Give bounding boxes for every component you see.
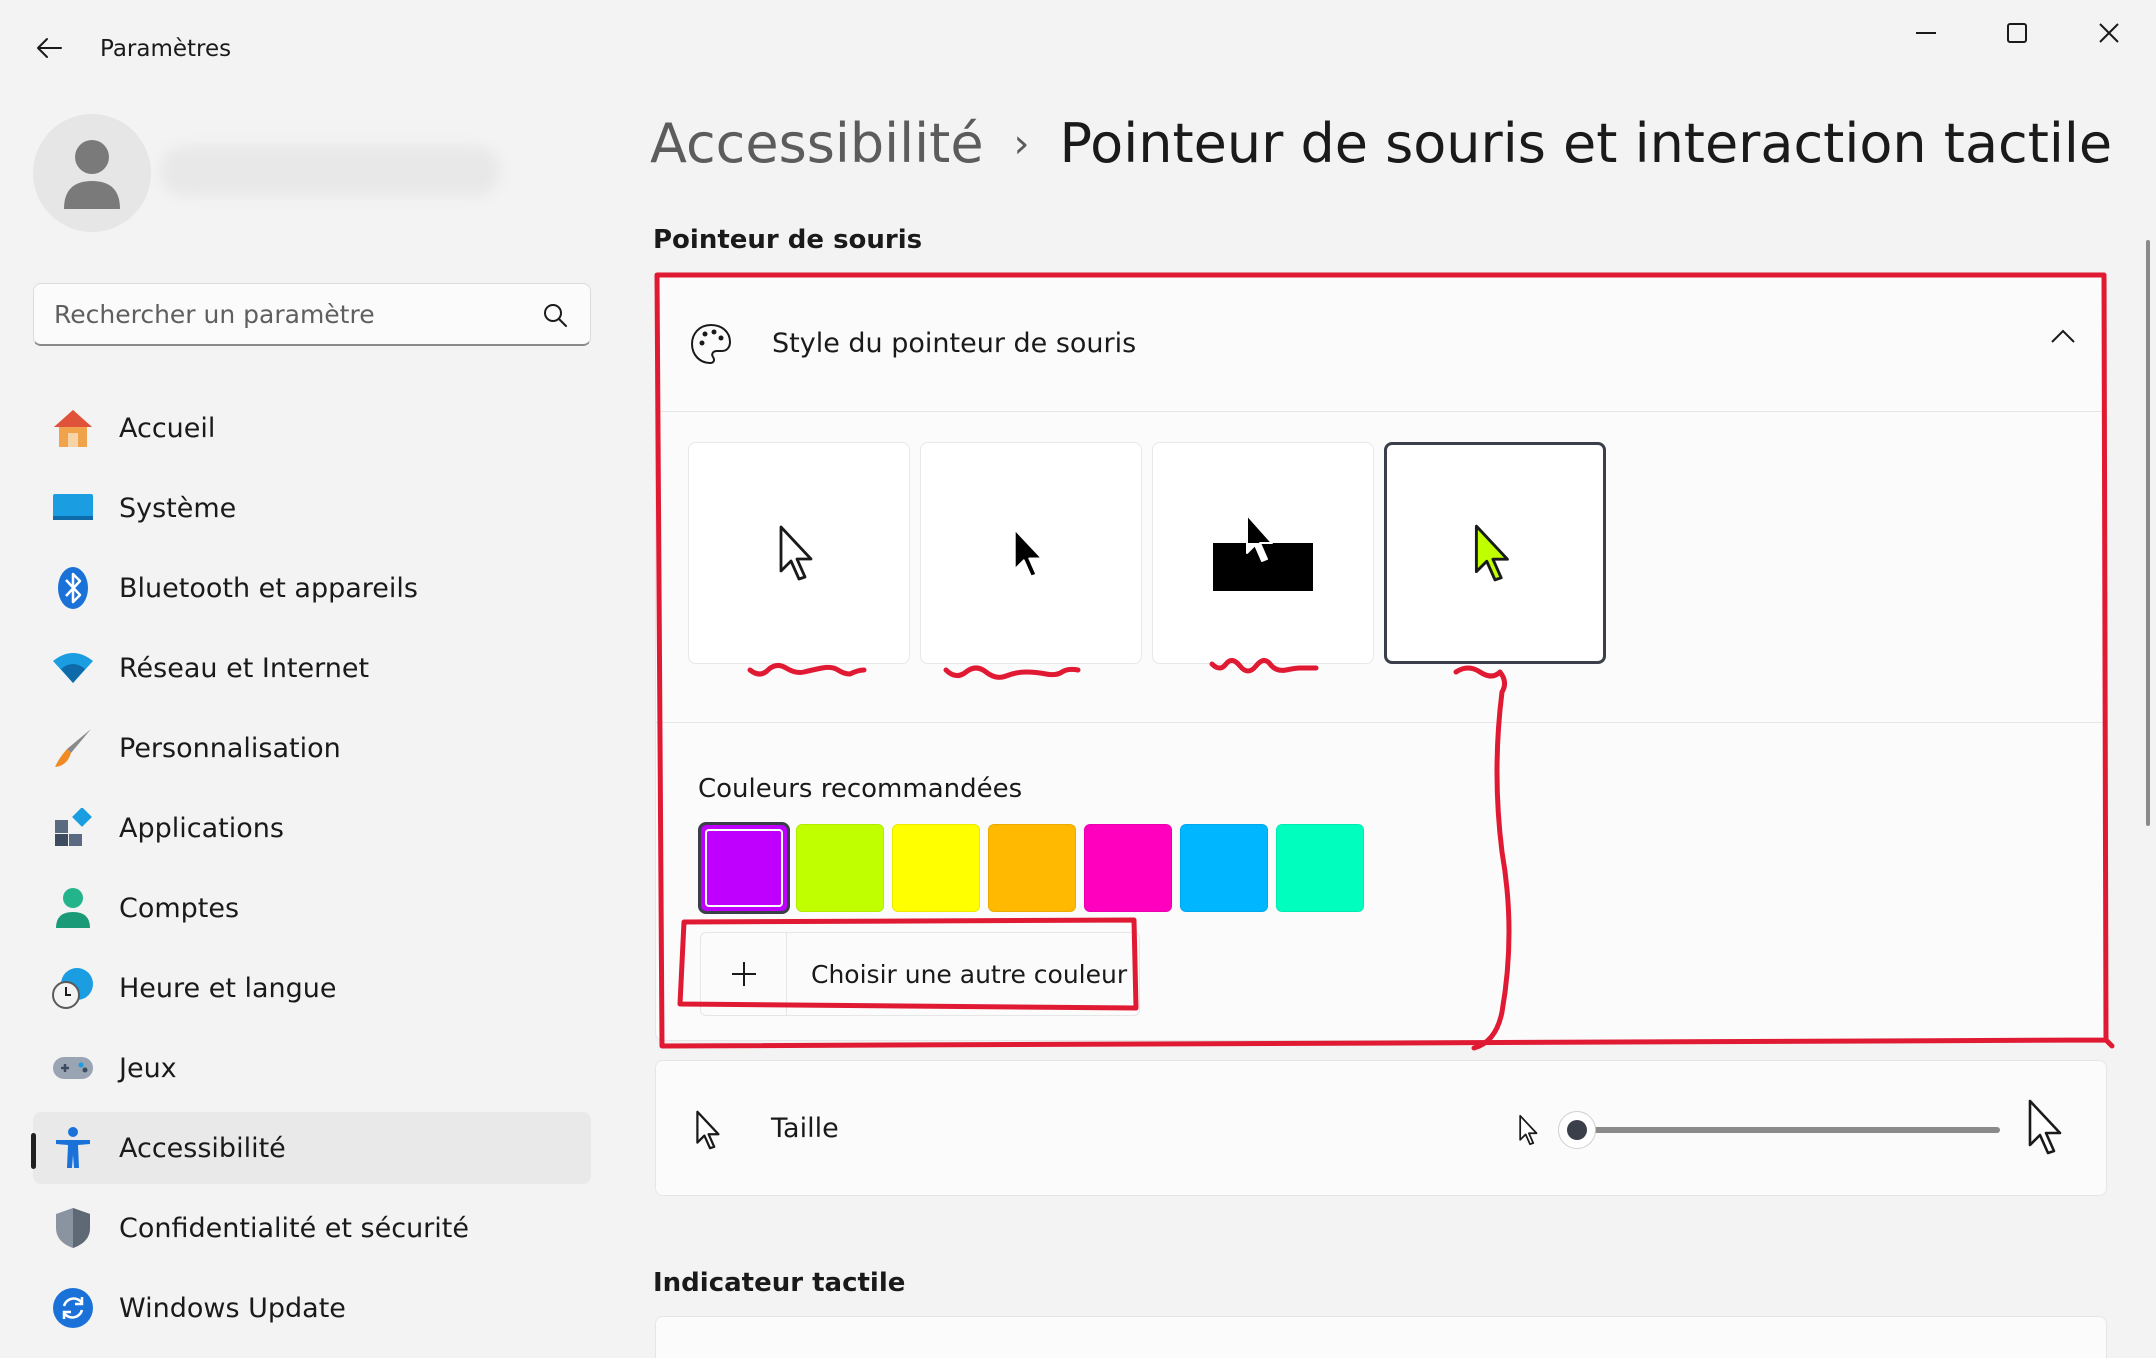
pointer-size-card: Taille <box>655 1060 2107 1196</box>
avatar[interactable] <box>33 114 151 232</box>
breadcrumb-parent[interactable]: Accessibilité <box>650 112 984 175</box>
black-cursor-icon <box>1013 528 1043 578</box>
chevron-up-icon[interactable] <box>2050 328 2076 344</box>
person-icon <box>64 140 120 209</box>
pointer-style-black[interactable] <box>920 442 1142 664</box>
sidebar-item-label: Applications <box>119 812 284 844</box>
sidebar-item-label: Jeux <box>119 1052 177 1084</box>
scrollbar[interactable] <box>2146 240 2150 826</box>
sidebar-item-label: Accueil <box>119 412 216 444</box>
sidebar-item-confidentialite[interactable]: Confidentialité et sécurité <box>33 1192 591 1264</box>
cursor-icon <box>696 1110 720 1150</box>
home-icon <box>50 405 96 451</box>
sidebar-item-windows-update[interactable]: Windows Update <box>33 1272 591 1344</box>
color-swatch-lime[interactable] <box>796 824 884 912</box>
apps-icon <box>50 805 96 851</box>
plus-icon <box>701 932 787 1016</box>
sidebar-item-label: Accessibilité <box>119 1132 286 1164</box>
sidebar-item-jeux[interactable]: Jeux <box>33 1032 591 1104</box>
sidebar-item-label: Windows Update <box>119 1292 346 1324</box>
close-icon <box>2099 23 2119 43</box>
active-indicator <box>31 1133 36 1169</box>
maximize-button[interactable] <box>1972 10 2062 56</box>
custom-color-cursor-icon <box>1474 524 1509 582</box>
palette-icon <box>690 323 732 364</box>
app-title: Paramètres <box>100 36 232 62</box>
pointer-style-white[interactable] <box>688 442 910 664</box>
sidebar-item-accueil[interactable]: Accueil <box>33 392 591 464</box>
sidebar-item-applications[interactable]: Applications <box>33 792 591 864</box>
profile-name-redacted <box>160 146 500 196</box>
wifi-icon <box>50 645 96 691</box>
shield-icon <box>50 1205 96 1251</box>
page-title: Pointeur de souris et interaction tactil… <box>1059 112 2113 175</box>
section-title-mouse-pointer: Pointeur de souris <box>653 225 923 255</box>
white-cursor-icon <box>779 525 813 581</box>
recommended-colors-label: Couleurs recommandées <box>698 774 1023 804</box>
sidebar-item-label: Comptes <box>119 892 240 924</box>
pointer-style-inverted[interactable] <box>1152 442 1374 664</box>
color-swatch-yellow[interactable] <box>892 824 980 912</box>
bluetooth-icon <box>50 565 96 611</box>
clock-globe-icon <box>50 965 96 1011</box>
sidebar-item-personnalisation[interactable]: Personnalisation <box>33 712 591 784</box>
sidebar-item-label: Personnalisation <box>119 732 341 764</box>
accessibility-icon <box>50 1125 96 1171</box>
sidebar-item-comptes[interactable]: Comptes <box>33 872 591 944</box>
sidebar-item-label: Bluetooth et appareils <box>119 572 418 604</box>
section-title-touch-indicator: Indicateur tactile <box>653 1268 906 1298</box>
close-button[interactable] <box>2064 10 2154 56</box>
sidebar-item-label: Confidentialité et sécurité <box>119 1212 469 1244</box>
system-icon <box>50 485 96 531</box>
mouse-pointer-style-header[interactable]: Style du pointeur de souris <box>656 276 2106 412</box>
color-swatch-teal[interactable] <box>1276 824 1364 912</box>
pointer-size-slider-thumb[interactable] <box>1558 1111 1596 1149</box>
pointer-style-custom[interactable] <box>1384 442 1606 664</box>
update-icon <box>50 1285 96 1331</box>
color-swatch-blue[interactable] <box>1180 824 1268 912</box>
touch-indicator-card[interactable] <box>655 1316 2107 1358</box>
search-box[interactable] <box>33 283 591 346</box>
back-arrow-icon <box>37 38 62 58</box>
large-cursor-icon <box>2028 1099 2062 1155</box>
pointer-size-label: Taille <box>771 1113 839 1144</box>
small-cursor-icon <box>1519 1114 1538 1146</box>
minimize-button[interactable] <box>1882 10 1972 56</box>
back-button[interactable] <box>24 28 74 68</box>
mouse-pointer-style-title: Style du pointeur de souris <box>772 328 1137 359</box>
sidebar-item-label: Système <box>119 492 237 524</box>
account-icon <box>50 885 96 931</box>
sidebar-item-heure-langue[interactable]: Heure et langue <box>33 952 591 1024</box>
pointer-size-slider-track[interactable] <box>1564 1127 2000 1133</box>
color-swatch-pink[interactable] <box>1084 824 1172 912</box>
color-swatch-orange[interactable] <box>988 824 1076 912</box>
breadcrumb-separator: › <box>1013 120 1030 167</box>
choose-custom-color-label: Choisir une autre couleur <box>811 959 1128 989</box>
color-swatch-purple[interactable] <box>698 822 790 914</box>
mouse-pointer-style-card: Style du pointeur de souris Couleurs rec… <box>655 275 2107 1041</box>
brush-icon <box>50 725 96 771</box>
inverted-cursor-icon <box>1213 514 1313 591</box>
search-input[interactable] <box>54 299 524 329</box>
sidebar-item-label: Réseau et Internet <box>119 652 370 684</box>
maximize-icon <box>2007 23 2027 43</box>
breadcrumb: Accessibilité › Pointeur de souris et in… <box>650 112 2112 175</box>
sidebar-item-bluetooth[interactable]: Bluetooth et appareils <box>33 552 591 624</box>
sidebar-item-reseau[interactable]: Réseau et Internet <box>33 632 591 704</box>
sidebar-item-label: Heure et langue <box>119 972 337 1004</box>
gamepad-icon <box>50 1045 96 1091</box>
minimize-icon <box>1916 32 1936 34</box>
sidebar-item-accessibilite[interactable]: Accessibilité <box>33 1112 591 1184</box>
search-icon[interactable] <box>542 302 568 328</box>
divider <box>656 722 2106 723</box>
choose-custom-color-button[interactable]: Choisir une autre couleur <box>700 932 1140 1016</box>
sidebar-item-systeme[interactable]: Système <box>33 472 591 544</box>
